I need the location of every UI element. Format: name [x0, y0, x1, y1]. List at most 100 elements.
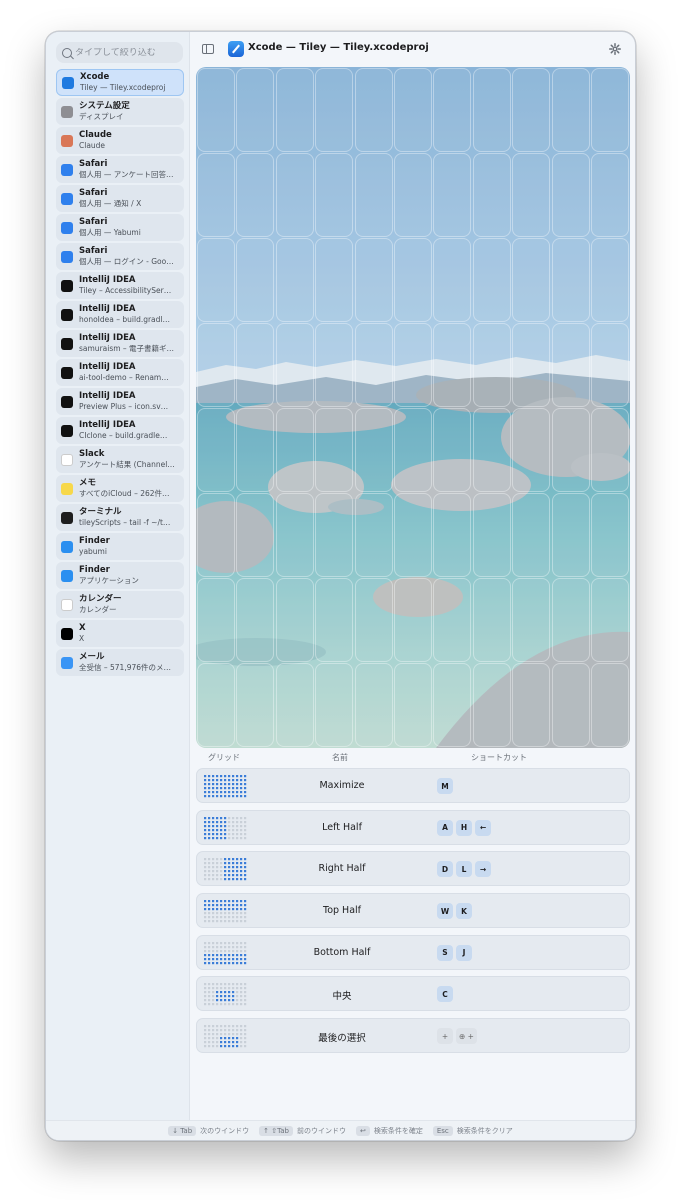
grid-cell[interactable] — [591, 238, 629, 322]
grid-cell[interactable] — [512, 663, 551, 747]
grid-cell[interactable] — [354, 238, 393, 322]
grid-cell[interactable] — [472, 663, 511, 747]
grid-cell[interactable] — [512, 408, 551, 492]
grid-cell[interactable] — [354, 578, 393, 662]
grid-cell[interactable] — [394, 153, 432, 237]
grid-cell[interactable] — [315, 578, 354, 662]
app-list-item[interactable]: Safari 個人用 — アンケート回答… — [56, 156, 184, 183]
search-input[interactable] — [75, 47, 180, 58]
grid-cell[interactable] — [315, 663, 354, 747]
app-list-item[interactable]: ターミナル tileyScripts – tail -f ~/t… — [56, 504, 184, 531]
app-list-item[interactable]: Claude Claude — [56, 127, 184, 154]
shortcut-key[interactable]: ⊕ + — [456, 1028, 477, 1045]
grid-cell[interactable] — [591, 663, 629, 747]
grid-cell[interactable] — [551, 408, 590, 492]
grid-cell[interactable] — [433, 493, 472, 577]
shortcut-key[interactable]: D — [437, 861, 453, 878]
grid-cell[interactable] — [591, 323, 629, 407]
grid-cell[interactable] — [354, 153, 393, 237]
grid-cell[interactable] — [551, 153, 590, 237]
grid-cell[interactable] — [512, 153, 551, 237]
shortcut-key[interactable]: ← — [475, 819, 491, 836]
grid-cell[interactable] — [354, 493, 393, 577]
app-list-item[interactable]: Xcode Tiley — Tiley.xcodeproj — [56, 69, 184, 96]
shortcut-key[interactable]: K — [456, 903, 472, 920]
grid-cell[interactable] — [512, 578, 551, 662]
grid-cell[interactable] — [236, 323, 275, 407]
grid-cell[interactable] — [551, 578, 590, 662]
grid-cell[interactable] — [433, 408, 472, 492]
app-list-item[interactable]: Finder yabumi — [56, 533, 184, 560]
shortcut-key[interactable]: A — [437, 819, 453, 836]
grid-cell[interactable] — [275, 68, 314, 152]
app-list-item[interactable]: IntelliJ IDEA Tiley – AccessibilitySer… — [56, 272, 184, 299]
grid-cell[interactable] — [275, 493, 314, 577]
gear-icon[interactable] — [609, 43, 621, 55]
grid-cell[interactable] — [275, 238, 314, 322]
grid-cell[interactable] — [394, 323, 432, 407]
layout-row[interactable]: Top Half W K — [196, 893, 630, 929]
layout-row[interactable]: 中央 C — [196, 976, 630, 1012]
app-list-item[interactable]: メール 全受信 – 571,976件のメ… — [56, 649, 184, 676]
grid-cell[interactable] — [394, 238, 432, 322]
grid-cell[interactable] — [354, 408, 393, 492]
grid-cell[interactable] — [236, 663, 275, 747]
grid-cell[interactable] — [472, 578, 511, 662]
grid-cell[interactable] — [433, 663, 472, 747]
app-list-item[interactable]: Safari 個人用 — Yabumi — [56, 214, 184, 241]
grid-cell[interactable] — [315, 238, 354, 322]
grid-cell[interactable] — [236, 238, 275, 322]
app-list-item[interactable]: IntelliJ IDEA samuraism – 電子書籍ギ… — [56, 330, 184, 357]
grid-cell[interactable] — [472, 238, 511, 322]
grid-cell[interactable] — [354, 323, 393, 407]
grid-cell[interactable] — [433, 578, 472, 662]
app-list-item[interactable]: IntelliJ IDEA CIclone – build.gradle… — [56, 417, 184, 444]
grid-cell[interactable] — [197, 578, 235, 662]
shortcut-key[interactable]: + — [437, 1028, 453, 1045]
grid-cell[interactable] — [315, 68, 354, 152]
grid-cell[interactable] — [275, 663, 314, 747]
grid-cell[interactable] — [433, 68, 472, 152]
app-list-item[interactable]: IntelliJ IDEA honoIdea – build.gradl… — [56, 301, 184, 328]
grid-cell[interactable] — [591, 68, 629, 152]
search-field[interactable] — [56, 42, 183, 63]
grid-cell[interactable] — [275, 323, 314, 407]
shortcut-key[interactable]: M — [437, 778, 453, 794]
grid-cell[interactable] — [275, 153, 314, 237]
grid-cell[interactable] — [354, 68, 393, 152]
grid-cell[interactable] — [551, 663, 590, 747]
grid-cell[interactable] — [315, 153, 354, 237]
grid-cell[interactable] — [197, 493, 235, 577]
app-list-item[interactable]: IntelliJ IDEA ai-tool-demo – Renam… — [56, 359, 184, 386]
grid-cell[interactable] — [433, 238, 472, 322]
desktop-preview[interactable] — [196, 67, 630, 748]
grid-cell[interactable] — [197, 663, 235, 747]
layout-row[interactable]: Left Half A H ← — [196, 809, 630, 845]
grid-cell[interactable] — [197, 238, 235, 322]
grid-cell[interactable] — [472, 493, 511, 577]
grid-cell[interactable] — [236, 68, 275, 152]
shortcut-key[interactable]: S — [437, 944, 453, 961]
grid-cell[interactable] — [472, 153, 511, 237]
grid-cell[interactable] — [394, 493, 432, 577]
grid-cell[interactable] — [394, 68, 432, 152]
grid-cell[interactable] — [197, 323, 235, 407]
grid-cell[interactable] — [197, 68, 235, 152]
grid-cell[interactable] — [394, 663, 432, 747]
shortcut-key[interactable]: C — [437, 986, 453, 1003]
app-list-item[interactable]: Slack アンケート結果 (Channel… — [56, 446, 184, 473]
app-list-item[interactable]: XX — [56, 620, 184, 647]
shortcut-key[interactable]: J — [456, 944, 472, 961]
grid-cell[interactable] — [236, 153, 275, 237]
grid-cell[interactable] — [275, 408, 314, 492]
grid-cell[interactable] — [197, 408, 235, 492]
layout-row[interactable]: 最後の選択 + ⊕ + — [196, 1018, 630, 1054]
app-list-item[interactable]: IntelliJ IDEA Preview Plus – icon.sv… — [56, 388, 184, 415]
app-list-item[interactable]: Safari 個人用 — ログイン - Goo… — [56, 243, 184, 270]
grid-cell[interactable] — [591, 153, 629, 237]
grid-cell[interactable] — [433, 153, 472, 237]
grid-cell[interactable] — [315, 493, 354, 577]
shortcut-key[interactable]: H — [456, 819, 472, 836]
app-list-item[interactable]: Safari 個人用 — 通知 / X — [56, 185, 184, 212]
grid-cell[interactable] — [394, 578, 432, 662]
